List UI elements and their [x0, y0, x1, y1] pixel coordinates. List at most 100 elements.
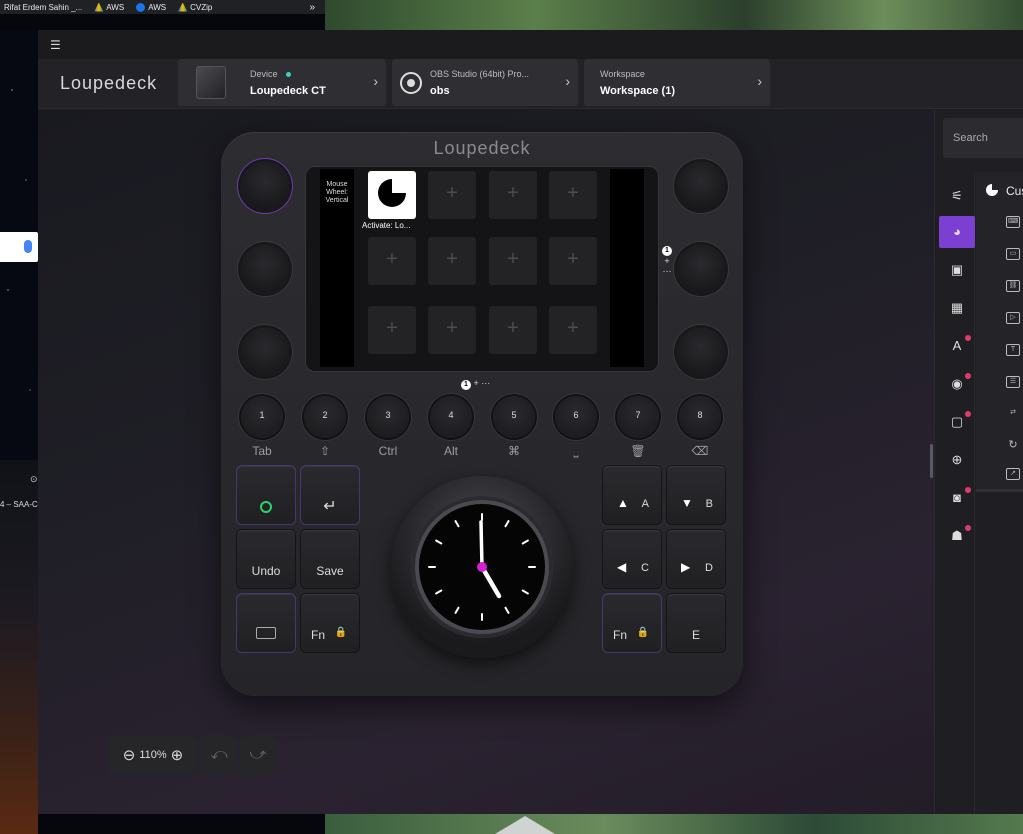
mic-icon[interactable] — [24, 240, 32, 253]
bottom-page-indicator[interactable]: 1 + ··· — [461, 378, 490, 390]
left-screen-panel[interactable]: Mouse Wheel: Vertical — [320, 169, 354, 367]
workspace-label: Workspace — [600, 69, 645, 79]
redo-button[interactable]: ⤻ — [240, 737, 276, 773]
screen-tile-1-1[interactable] — [368, 171, 416, 219]
bookmarks-overflow-button[interactable]: » — [309, 2, 315, 13]
screen-tile-2-2[interactable]: + — [428, 237, 476, 285]
refresh-icon[interactable]: ↻ — [1006, 440, 1020, 452]
bookmark-1[interactable]: Rifat Erdem Sahin _... — [4, 3, 82, 12]
menu-icon[interactable]: ☰ — [50, 38, 61, 52]
plus-icon: + — [386, 248, 398, 270]
knob-right-3[interactable] — [677, 328, 725, 376]
screen-tile-3-1[interactable]: + — [368, 306, 416, 354]
screen-tile-3-4[interactable]: + — [549, 306, 597, 354]
key-label: C — [641, 562, 649, 574]
key-save[interactable]: Save — [301, 530, 359, 588]
pacman-category-icon[interactable]: ◕ — [939, 216, 975, 248]
plus-icon: + — [446, 182, 458, 204]
right-screen-panel[interactable] — [610, 169, 644, 367]
round-button-5[interactable]: 5 — [493, 396, 535, 438]
round-button-6[interactable]: 6 — [555, 396, 597, 438]
text-action-icon[interactable]: T — [1006, 344, 1020, 356]
obs-category-icon[interactable]: ▣ — [939, 254, 975, 286]
round-button-1[interactable]: 1 — [241, 396, 283, 438]
knob-left-2[interactable] — [241, 245, 289, 293]
key-c[interactable]: ◀ C — [603, 530, 661, 588]
clock-tick — [521, 539, 529, 545]
screen-tile-3-3[interactable]: + — [489, 306, 537, 354]
chevron-right-icon: › — [373, 73, 378, 89]
screen-tile-2-4[interactable]: + — [549, 237, 597, 285]
sliders-icon[interactable]: ⚟ — [939, 180, 975, 212]
panel-resize-handle[interactable] — [930, 444, 933, 478]
bookmark-3[interactable]: AWS — [136, 2, 166, 12]
plugin-title: Cus — [1006, 184, 1023, 198]
profile-selector[interactable]: OBS Studio (64bit) Pro... obs › — [392, 59, 578, 106]
device-selector[interactable]: Device Loupedeck CT › — [178, 59, 386, 106]
screen-tile-2-1[interactable]: + — [368, 237, 416, 285]
key-return[interactable]: ↵ — [301, 466, 359, 524]
play-action-icon[interactable]: ▷ — [1006, 312, 1020, 324]
add-page-icon[interactable]: + — [664, 256, 669, 266]
round-button-8[interactable]: 8 — [679, 396, 721, 438]
key-label: B — [705, 498, 713, 510]
screen-tile-1-2[interactable]: + — [428, 171, 476, 219]
share-action-icon[interactable]: ↗ — [1006, 468, 1020, 480]
workspace-selector[interactable]: Workspace Workspace (1) › — [584, 59, 770, 106]
round-button-4[interactable]: 4 — [430, 396, 472, 438]
screen-tile-3-2[interactable]: + — [428, 306, 476, 354]
spotify-icon[interactable]: ◉ — [939, 368, 975, 400]
plus-icon: + — [567, 317, 579, 339]
screen-tile-1-4[interactable]: + — [549, 171, 597, 219]
more-icon[interactable]: ··· — [481, 378, 490, 388]
record-icon[interactable]: ◙ — [939, 482, 975, 514]
google-search-box[interactable] — [0, 232, 38, 262]
robot-icon[interactable]: ☗ — [939, 520, 975, 552]
zoom-in-icon[interactable]: ⊕ — [171, 746, 184, 764]
right-page-indicator[interactable]: 1 + ··· — [661, 244, 673, 276]
list-action-icon[interactable]: ☰ — [1006, 376, 1020, 388]
bookmark-4[interactable]: CVZip — [178, 2, 212, 12]
profile-switch-icon[interactable]: ⇄ — [1006, 408, 1020, 420]
key-e[interactable]: E — [667, 594, 725, 652]
window-action-icon[interactable]: ▭ — [1006, 248, 1020, 260]
loupedeck-logo: Loupedeck — [60, 73, 158, 93]
a-category-icon[interactable]: A — [939, 330, 975, 362]
keyboard-action-icon[interactable]: ⌨ — [1006, 216, 1020, 228]
key-d[interactable]: ▶ D — [667, 530, 725, 588]
knob-left-3[interactable] — [241, 328, 289, 376]
plus-icon: + — [507, 248, 519, 270]
round-button-3[interactable]: 3 — [367, 396, 409, 438]
globe-icon[interactable]: ⊕ — [939, 444, 975, 476]
zoom-out-icon[interactable]: ⊖ — [123, 746, 136, 764]
knob-right-2[interactable] — [677, 245, 725, 293]
key-a[interactable]: ▲ A — [603, 466, 661, 524]
wallpaper-roof — [495, 816, 555, 834]
twitch-icon[interactable]: ▢ — [939, 406, 975, 438]
keypad-icon[interactable]: ▦ — [939, 292, 975, 324]
key-fn-right[interactable]: Fn 🔒 — [603, 594, 661, 652]
knob-left-1[interactable] — [241, 162, 289, 210]
search-input[interactable] — [943, 118, 1023, 158]
bookmark-2[interactable]: AWS — [94, 2, 124, 12]
add-page-icon[interactable]: + — [474, 378, 479, 388]
key-green-circle[interactable] — [237, 466, 295, 524]
jog-wheel[interactable] — [391, 476, 573, 658]
tile-caption: Activate: Lo... — [362, 221, 411, 230]
title-bar: ☰ — [38, 30, 1023, 59]
link-action-icon[interactable]: ⛓ — [1006, 280, 1020, 292]
key-fn-left[interactable]: Fn 🔒 — [301, 594, 359, 652]
more-icon[interactable]: ··· — [663, 266, 672, 276]
key-keyboard[interactable] — [237, 594, 295, 652]
screen-tile-2-3[interactable]: + — [489, 237, 537, 285]
undo-button[interactable]: ⤺ — [201, 737, 237, 773]
knob-right-1[interactable] — [677, 162, 725, 210]
round-button-7[interactable]: 7 — [617, 396, 659, 438]
key-b[interactable]: ▼ B — [667, 466, 725, 524]
touch-screen: Mouse Wheel: Vertical Activate: Lo... + … — [305, 166, 659, 372]
screen-tile-1-3[interactable]: + — [489, 171, 537, 219]
key-undo[interactable]: Undo — [237, 530, 295, 588]
circle-icon — [136, 2, 146, 12]
round-button-number: 6 — [573, 410, 579, 420]
round-button-2[interactable]: 2 — [304, 396, 346, 438]
